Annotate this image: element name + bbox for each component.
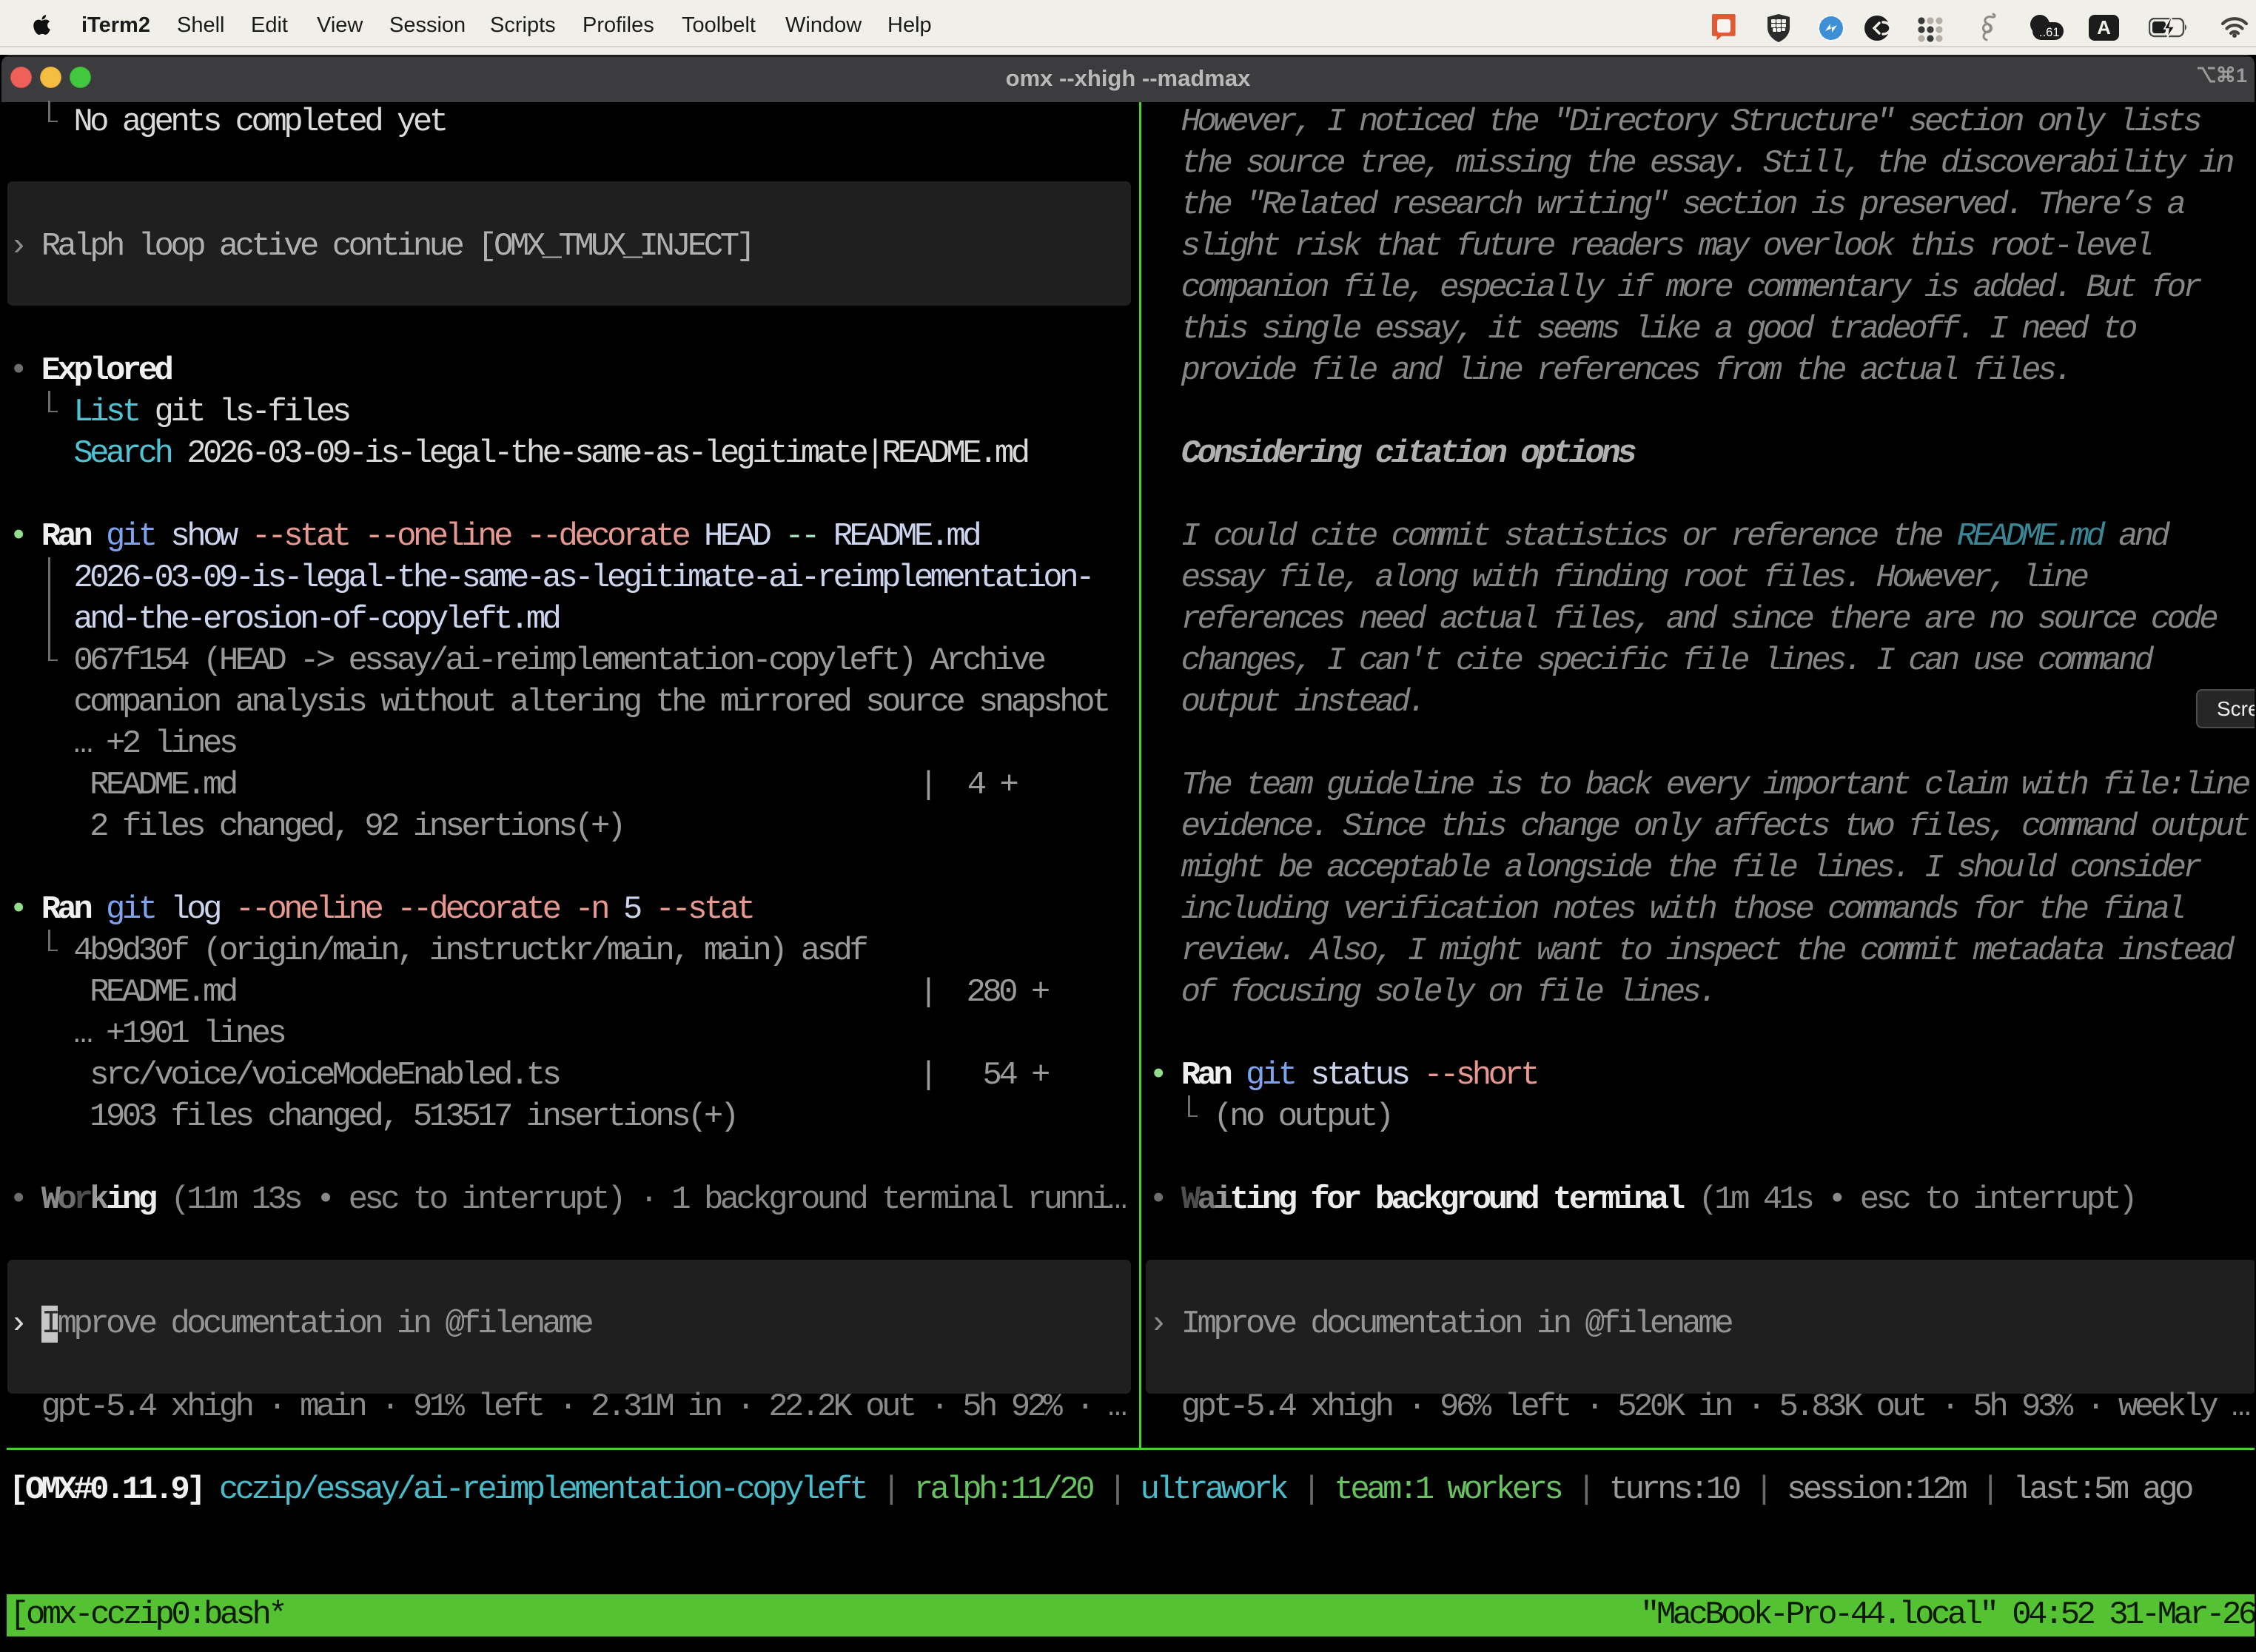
svg-text:..61: ..61	[2039, 26, 2060, 39]
svg-text:1: 1	[2236, 64, 2247, 85]
